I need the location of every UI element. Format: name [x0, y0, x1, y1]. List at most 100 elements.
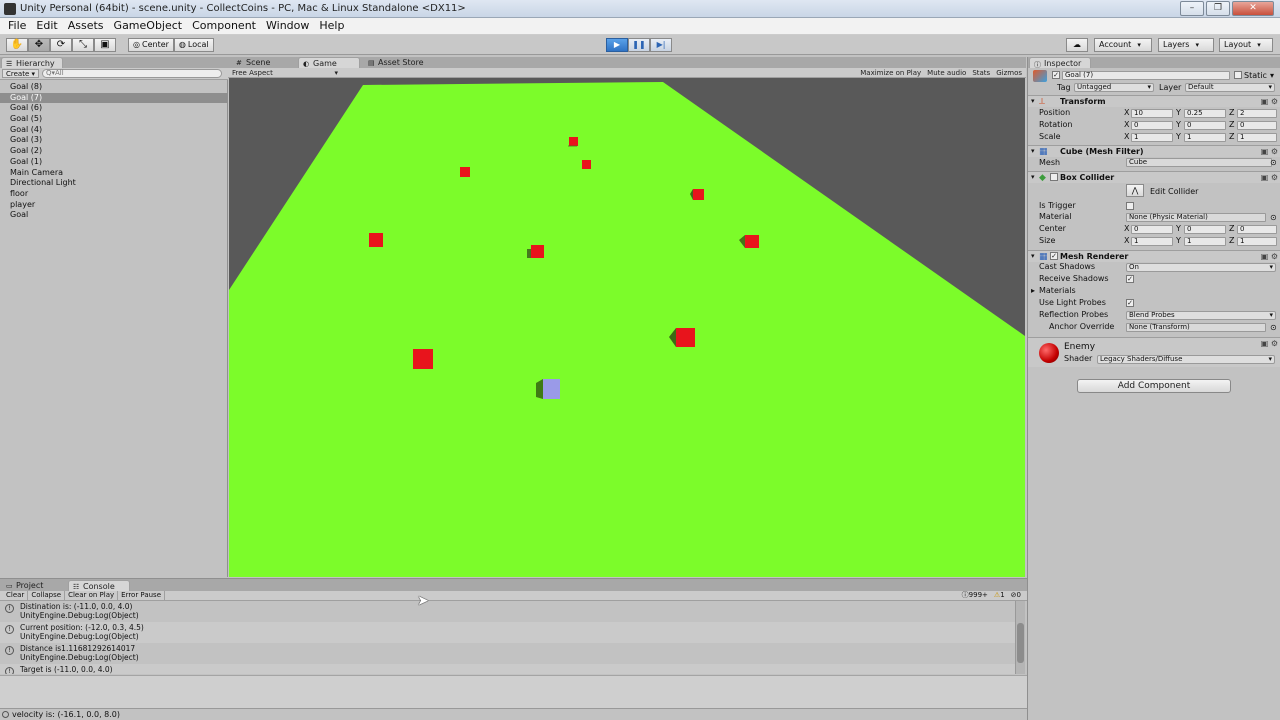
console-log-entry[interactable]: ! Distance is1.11681292614017 UnityEngine… — [0, 643, 1015, 664]
static-checkbox[interactable] — [1234, 71, 1242, 79]
menu-gameobject[interactable]: GameObject — [109, 18, 188, 34]
fold-arrow-icon[interactable]: ▾ — [1031, 97, 1035, 105]
aspect-dropdown[interactable]: Free Aspect ▾ — [232, 68, 338, 78]
hierarchy-item[interactable]: Goal (6) — [0, 103, 228, 114]
object-picker-icon[interactable]: ⊙ — [1270, 213, 1277, 222]
center-y-field[interactable]: 0 — [1184, 225, 1226, 234]
active-checkbox[interactable]: ✓ — [1052, 71, 1060, 79]
hierarchy-item[interactable]: Goal (5) — [0, 114, 228, 125]
scale-x-field[interactable]: 1 — [1131, 133, 1173, 142]
menu-edit[interactable]: Edit — [31, 18, 62, 34]
edit-collider-button[interactable]: ⋀ — [1126, 184, 1144, 197]
gizmos-dropdown[interactable]: Gizmos — [996, 68, 1022, 78]
error-count-toggle[interactable]: ⊘0 — [1011, 591, 1021, 600]
layers-dropdown[interactable]: Layers ▾ — [1158, 38, 1214, 52]
hierarchy-item-selected[interactable]: Goal (7) — [0, 92, 228, 104]
maximize-button[interactable]: ❐ — [1206, 1, 1230, 16]
tag-dropdown[interactable]: Untagged ▾ — [1074, 83, 1154, 92]
minimize-button[interactable]: – — [1180, 1, 1204, 16]
tab-hierarchy[interactable]: ☰ Hierarchy — [1, 57, 63, 68]
rotation-y-field[interactable]: 0 — [1184, 121, 1226, 130]
object-picker-icon[interactable]: ⊙ — [1270, 158, 1277, 167]
maximize-on-play-toggle[interactable]: Maximize on Play — [860, 68, 921, 78]
cast-shadows-dropdown[interactable]: On ▾ — [1126, 263, 1276, 272]
size-z-field[interactable]: 1 — [1237, 237, 1277, 246]
scrollbar-thumb[interactable] — [1017, 623, 1024, 663]
pivot-center-button[interactable]: ◎ Center — [128, 38, 174, 52]
use-light-probes-checkbox[interactable]: ✓ — [1126, 299, 1134, 307]
mesh-renderer-header[interactable]: ▾ ▦ ✓ Mesh Renderer ▣ ⚙ — [1028, 250, 1280, 262]
transform-header[interactable]: ▾ ⟂ Transform ▣ ⚙ — [1028, 95, 1280, 107]
hierarchy-item[interactable]: Goal (1) — [0, 157, 228, 168]
cloud-icon[interactable]: ☁ — [1066, 38, 1088, 52]
object-picker-icon[interactable]: ⊙ — [1270, 323, 1277, 332]
is-trigger-checkbox[interactable] — [1126, 202, 1134, 210]
clear-on-play-button[interactable]: Clear on Play — [65, 591, 119, 600]
tab-scene[interactable]: # Scene — [232, 57, 274, 68]
clear-button[interactable]: Clear — [3, 591, 29, 600]
hierarchy-item[interactable]: player — [0, 200, 228, 211]
chevron-down-icon[interactable]: ▾ — [1270, 71, 1274, 80]
stats-toggle[interactable]: Stats — [972, 68, 990, 78]
step-button[interactable]: ▶| — [650, 38, 672, 52]
console-scrollbar[interactable] — [1015, 601, 1025, 674]
menu-file[interactable]: File — [3, 18, 31, 34]
hand-tool-icon[interactable]: ✋ — [6, 38, 28, 52]
menu-component[interactable]: Component — [187, 18, 261, 34]
rotation-x-field[interactable]: 0 — [1131, 121, 1173, 130]
position-z-field[interactable]: 2 — [1237, 109, 1277, 118]
hierarchy-item[interactable]: Goal — [0, 210, 228, 221]
hierarchy-search-input[interactable]: Q▾All — [42, 69, 222, 78]
hierarchy-item[interactable]: Main Camera — [0, 168, 228, 179]
menu-assets[interactable]: Assets — [63, 18, 109, 34]
console-log-entry[interactable]: ! Current position: (-12.0, 0.3, 4.5) Uni… — [0, 622, 1015, 643]
mesh-filter-header[interactable]: ▾ ▦ Cube (Mesh Filter) ▣ ⚙ — [1028, 145, 1280, 157]
hierarchy-item[interactable]: floor — [0, 189, 228, 200]
tab-project[interactable]: ▭ Project — [2, 580, 47, 591]
center-z-field[interactable]: 0 — [1237, 225, 1277, 234]
size-y-field[interactable]: 1 — [1184, 237, 1226, 246]
fold-arrow-icon[interactable]: ▸ — [1031, 286, 1035, 295]
rotation-z-field[interactable]: 0 — [1237, 121, 1277, 130]
component-settings-icon[interactable]: ▣ ⚙ — [1261, 97, 1278, 106]
box-collider-enabled-checkbox[interactable] — [1050, 173, 1058, 181]
create-button[interactable]: Create ▾ — [2, 69, 40, 78]
hierarchy-item[interactable]: Goal (8) — [0, 82, 228, 93]
box-collider-header[interactable]: ▾ ◆ Box Collider ▣ ⚙ — [1028, 171, 1280, 183]
component-settings-icon[interactable]: ▣ ⚙ — [1261, 173, 1278, 182]
layer-dropdown[interactable]: Default ▾ — [1185, 83, 1275, 92]
pivot-local-button[interactable]: ◍ Local — [173, 38, 214, 52]
reflection-probes-dropdown[interactable]: Blend Probes ▾ — [1126, 311, 1276, 320]
shader-dropdown[interactable]: Legacy Shaders/Diffuse ▾ — [1097, 355, 1275, 364]
tab-inspector[interactable]: ⓘ Inspector — [1029, 57, 1091, 69]
pause-button[interactable]: ❚❚ — [628, 38, 650, 52]
tab-console[interactable]: ☷ Console — [68, 580, 130, 591]
mesh-field[interactable]: Cube — [1126, 158, 1272, 167]
center-x-field[interactable]: 0 — [1131, 225, 1173, 234]
game-view[interactable] — [229, 78, 1025, 577]
add-component-button[interactable]: Add Component — [1077, 379, 1231, 393]
tab-asset-store[interactable]: ▤ Asset Store — [364, 57, 428, 68]
status-bar[interactable]: velocity is: (-16.1, 0.0, 8.0) — [0, 708, 1027, 720]
hierarchy-item[interactable]: Directional Light — [0, 178, 228, 189]
mute-audio-toggle[interactable]: Mute audio — [927, 68, 966, 78]
info-count-toggle[interactable]: ⓘ999+ — [962, 591, 988, 600]
layout-dropdown[interactable]: Layout ▾ — [1219, 38, 1273, 52]
position-y-field[interactable]: 0.25 — [1184, 109, 1226, 118]
fold-arrow-icon[interactable]: ▾ — [1031, 252, 1035, 260]
component-settings-icon[interactable]: ▣ ⚙ — [1261, 147, 1278, 156]
account-dropdown[interactable]: Account ▾ — [1094, 38, 1152, 52]
tab-game[interactable]: ◐ Game — [298, 57, 360, 68]
physic-material-field[interactable]: None (Physic Material) — [1126, 213, 1266, 222]
scale-y-field[interactable]: 1 — [1184, 133, 1226, 142]
rotate-tool-icon[interactable]: ⟳ — [50, 38, 72, 52]
error-pause-button[interactable]: Error Pause — [118, 591, 166, 600]
menu-help[interactable]: Help — [314, 18, 349, 34]
mesh-renderer-enabled-checkbox[interactable]: ✓ — [1050, 252, 1058, 260]
close-button[interactable]: ✕ — [1232, 1, 1274, 16]
move-tool-icon[interactable]: ✥ — [28, 38, 50, 52]
component-settings-icon[interactable]: ▣ ⚙ — [1261, 252, 1278, 261]
fold-arrow-icon[interactable]: ▾ — [1031, 173, 1035, 181]
menu-window[interactable]: Window — [261, 18, 314, 34]
position-x-field[interactable]: 10 — [1131, 109, 1173, 118]
